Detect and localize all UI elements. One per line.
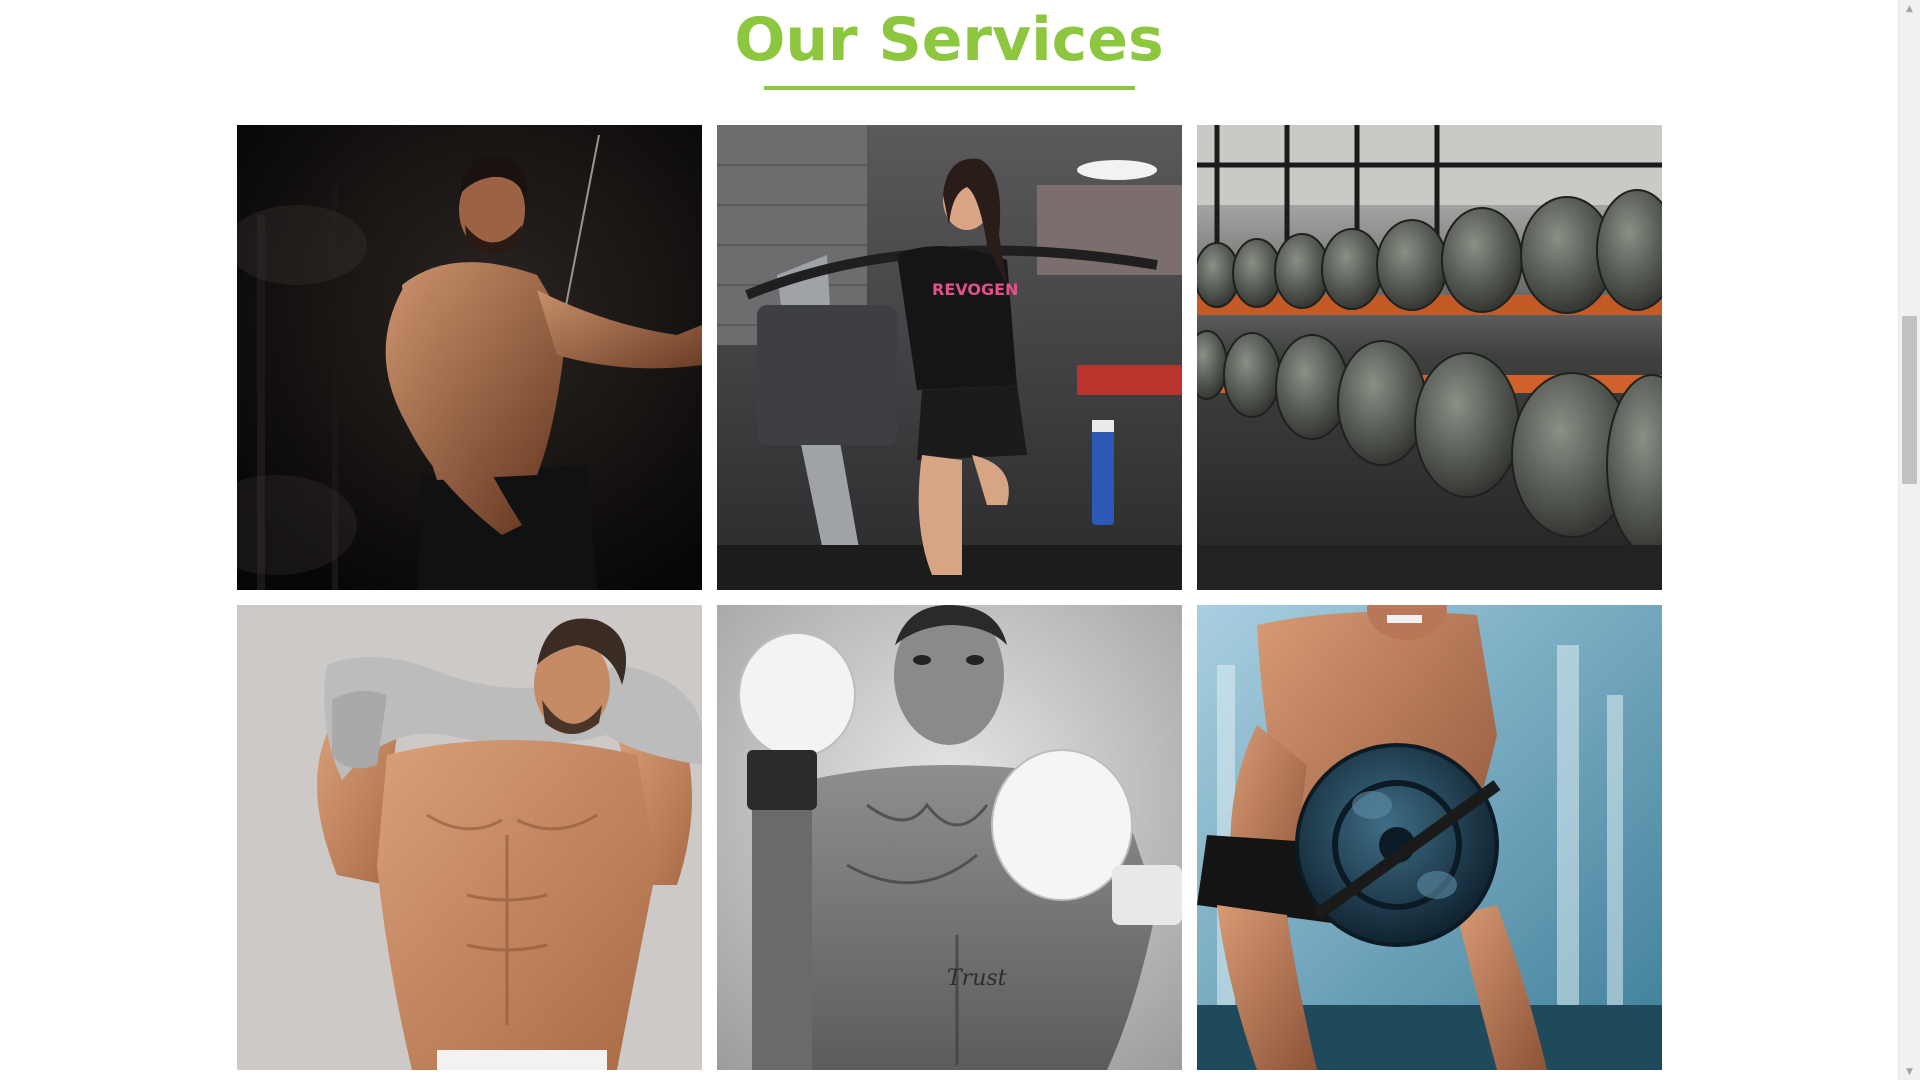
bodybuilding-cable-curl-photo [237,125,702,590]
cardio-elliptical-photo: REVOGEN [717,125,1182,590]
fitness-model-towel-photo [237,605,702,1070]
service-card-cardio[interactable]: REVOGEN [717,125,1182,590]
service-card-bodybuilding[interactable] [237,125,702,590]
dumbbell-rack-photo [1197,125,1662,590]
svg-text:Trust: Trust [947,966,1007,991]
section-title: Our Services [734,5,1164,75]
service-card-weight-training[interactable] [1197,605,1662,1070]
svg-text:REVOGEN: REVOGEN [932,280,1018,299]
services-grid: REVOGEN Trust [237,125,1662,1070]
weight-plate-training-photo [1197,605,1662,1070]
triangle-up-icon[interactable]: ▲ [1899,0,1920,17]
page: Our Services REVOGEN Trust [0,0,1898,1080]
triangle-down-icon[interactable]: ▼ [1899,1063,1920,1080]
service-card-boxing[interactable]: Trust [717,605,1182,1070]
service-card-fitness[interactable] [237,605,702,1070]
service-card-dumbbells[interactable] [1197,125,1662,590]
scrollbar-thumb[interactable] [1902,315,1917,484]
boxing-gloves-photo: Trust [717,605,1182,1070]
title-underline [764,86,1135,90]
vertical-scrollbar[interactable]: ▲ ▼ [1898,0,1920,1080]
